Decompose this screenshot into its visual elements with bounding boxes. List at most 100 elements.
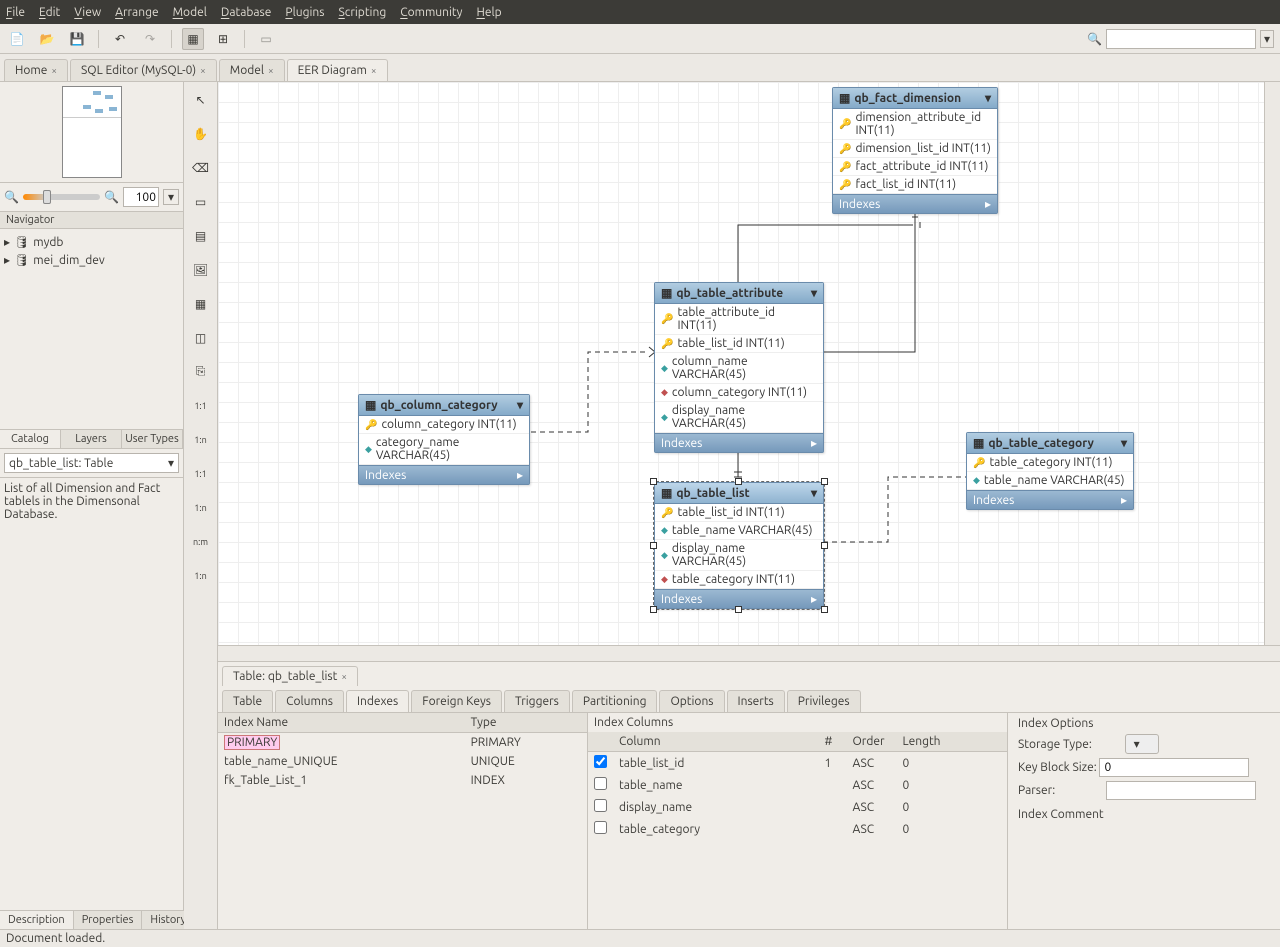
image-tool-icon[interactable]: 🖼 xyxy=(189,258,213,282)
collapse-icon[interactable]: ▾ xyxy=(517,398,523,412)
rel1n-tool-icon[interactable]: 1:n xyxy=(189,428,213,452)
layer-tool-icon[interactable]: ▭ xyxy=(189,190,213,214)
index-columns-table[interactable]: Column # Order Length table_list_id1ASC0… xyxy=(588,732,1007,840)
hand-tool-icon[interactable]: ✋ xyxy=(189,122,213,146)
col-checkbox[interactable] xyxy=(594,799,607,812)
tab-sql-editor[interactable]: SQL Editor (MySQL-0)× xyxy=(70,59,217,81)
tab-layers[interactable]: Layers xyxy=(61,430,122,448)
note-tool-icon[interactable]: ▤ xyxy=(189,224,213,248)
eraser-tool-icon[interactable]: ⌫ xyxy=(189,156,213,180)
new-file-icon[interactable]: 📄 xyxy=(6,28,28,50)
close-icon[interactable]: × xyxy=(268,65,274,76)
subtab-partitioning[interactable]: Partitioning xyxy=(572,690,658,712)
schema-item[interactable]: ▸🛢mei_dim_dev xyxy=(4,251,179,269)
col-checkbox[interactable] xyxy=(594,777,607,790)
menu-community[interactable]: Community xyxy=(400,6,462,19)
tab-eer-diagram[interactable]: EER Diagram× xyxy=(287,59,388,81)
collapse-icon[interactable]: ▾ xyxy=(1121,436,1127,450)
zoom-out-icon[interactable]: 🔍 xyxy=(4,190,19,204)
col-checkbox[interactable] xyxy=(594,821,607,834)
snap-icon[interactable]: ⊞ xyxy=(212,28,234,50)
close-icon[interactable]: × xyxy=(371,65,377,76)
index-list-table[interactable]: Index NameType PRIMARYPRIMARY table_name… xyxy=(218,713,587,790)
table-row[interactable]: table_categoryASC0 xyxy=(588,818,1007,840)
subtab-indexes[interactable]: Indexes xyxy=(346,690,409,712)
redo-icon[interactable]: ↷ xyxy=(139,28,161,50)
menu-view[interactable]: View xyxy=(74,6,101,19)
save-icon[interactable]: 💾 xyxy=(66,28,88,50)
pointer-tool-icon[interactable]: ↖ xyxy=(189,88,213,112)
rel11-tool-icon[interactable]: 1:1 xyxy=(189,394,213,418)
zoom-value-input[interactable] xyxy=(123,187,159,207)
collapse-icon[interactable]: ▾ xyxy=(811,486,817,500)
expand-icon[interactable]: ▸ xyxy=(517,468,523,482)
expand-icon[interactable]: ▸ xyxy=(4,253,10,267)
subtab-triggers[interactable]: Triggers xyxy=(504,690,570,712)
schema-tree[interactable]: ▸🛢mydb ▸🛢mei_dim_dev xyxy=(0,229,183,429)
table-qb-column-category[interactable]: ▦qb_column_category▾ 🔑column_category IN… xyxy=(358,394,530,485)
table-row[interactable]: table_list_id1ASC0 xyxy=(588,752,1007,775)
menu-plugins[interactable]: Plugins xyxy=(285,6,324,19)
table-row[interactable]: table_name_UNIQUEUNIQUE xyxy=(218,752,587,771)
rel1nid-tool-icon[interactable]: 1:n xyxy=(189,496,213,520)
subtab-foreign-keys[interactable]: Foreign Keys xyxy=(411,690,502,712)
routine-tool-icon[interactable]: ⎘ xyxy=(189,360,213,384)
subtab-privileges[interactable]: Privileges xyxy=(787,690,861,712)
key-block-size-input[interactable] xyxy=(1099,758,1249,777)
vertical-scrollbar[interactable] xyxy=(1264,82,1280,645)
collapse-icon[interactable]: ▾ xyxy=(811,286,817,300)
col-order[interactable]: Order xyxy=(846,732,896,752)
table-tool-icon[interactable]: ▦ xyxy=(189,292,213,316)
search-options-icon[interactable]: ▾ xyxy=(1260,30,1274,48)
table-row[interactable]: fk_Table_List_1INDEX xyxy=(218,771,587,790)
subtab-options[interactable]: Options xyxy=(659,690,724,712)
subtab-columns[interactable]: Columns xyxy=(275,690,344,712)
menu-file[interactable]: File xyxy=(6,6,25,19)
open-file-icon[interactable]: 📂 xyxy=(36,28,58,50)
page-icon[interactable]: ▭ xyxy=(255,28,277,50)
search-input[interactable] xyxy=(1106,29,1256,49)
zoom-dropdown-icon[interactable]: ▾ xyxy=(163,189,179,205)
collapse-icon[interactable]: ▾ xyxy=(985,91,991,105)
relnm-tool-icon[interactable]: n:m xyxy=(189,530,213,554)
table-qb-table-category[interactable]: ▦qb_table_category▾ 🔑table_category INT(… xyxy=(966,432,1134,510)
menu-database[interactable]: Database xyxy=(221,6,272,19)
zoom-in-icon[interactable]: 🔍 xyxy=(104,190,119,204)
tab-properties[interactable]: Properties xyxy=(74,911,143,929)
menu-help[interactable]: Help xyxy=(476,6,501,19)
menu-arrange[interactable]: Arrange xyxy=(115,6,158,19)
undo-icon[interactable]: ↶ xyxy=(109,28,131,50)
expand-icon[interactable]: ▸ xyxy=(985,197,991,211)
close-icon[interactable]: × xyxy=(200,65,206,76)
grid-toggle-icon[interactable]: ▦ xyxy=(182,28,204,50)
expand-icon[interactable]: ▸ xyxy=(811,592,817,606)
close-icon[interactable]: × xyxy=(51,65,57,76)
subtab-inserts[interactable]: Inserts xyxy=(727,690,785,712)
subtab-table[interactable]: Table xyxy=(222,690,273,712)
menu-model[interactable]: Model xyxy=(173,6,207,19)
rel11id-tool-icon[interactable]: 1:1 xyxy=(189,462,213,486)
zoom-slider[interactable] xyxy=(23,194,100,200)
col-length[interactable]: Length xyxy=(896,732,1007,752)
storage-type-select[interactable]: ▾ xyxy=(1125,734,1159,754)
relplace-tool-icon[interactable]: 1:n xyxy=(189,564,213,588)
table-qb-table-list[interactable]: ▦qb_table_list▾ 🔑table_list_id INT(11) ◆… xyxy=(654,482,824,609)
menu-edit[interactable]: Edit xyxy=(39,6,60,19)
tab-catalog[interactable]: Catalog xyxy=(0,430,61,448)
tab-description[interactable]: Description xyxy=(0,911,74,929)
editor-tab-table[interactable]: Table: qb_table_list× xyxy=(222,666,358,686)
schema-item[interactable]: ▸🛢mydb xyxy=(4,233,179,251)
table-row[interactable]: table_nameASC0 xyxy=(588,774,1007,796)
table-row[interactable]: display_nameASC0 xyxy=(588,796,1007,818)
tab-model[interactable]: Model× xyxy=(219,59,285,81)
col-checkbox[interactable] xyxy=(594,755,607,768)
horizontal-scrollbar[interactable] xyxy=(218,645,1280,661)
col-num[interactable]: # xyxy=(818,732,846,752)
diagram-overview[interactable] xyxy=(0,82,183,183)
close-icon[interactable]: × xyxy=(341,671,347,682)
table-qb-table-attribute[interactable]: ▦qb_table_attribute▾ 🔑table_attribute_id… xyxy=(654,282,824,453)
expand-icon[interactable]: ▸ xyxy=(4,235,10,249)
view-tool-icon[interactable]: ◫ xyxy=(189,326,213,350)
col-index-name[interactable]: Index Name xyxy=(218,713,465,733)
tab-user-types[interactable]: User Types xyxy=(122,430,183,448)
